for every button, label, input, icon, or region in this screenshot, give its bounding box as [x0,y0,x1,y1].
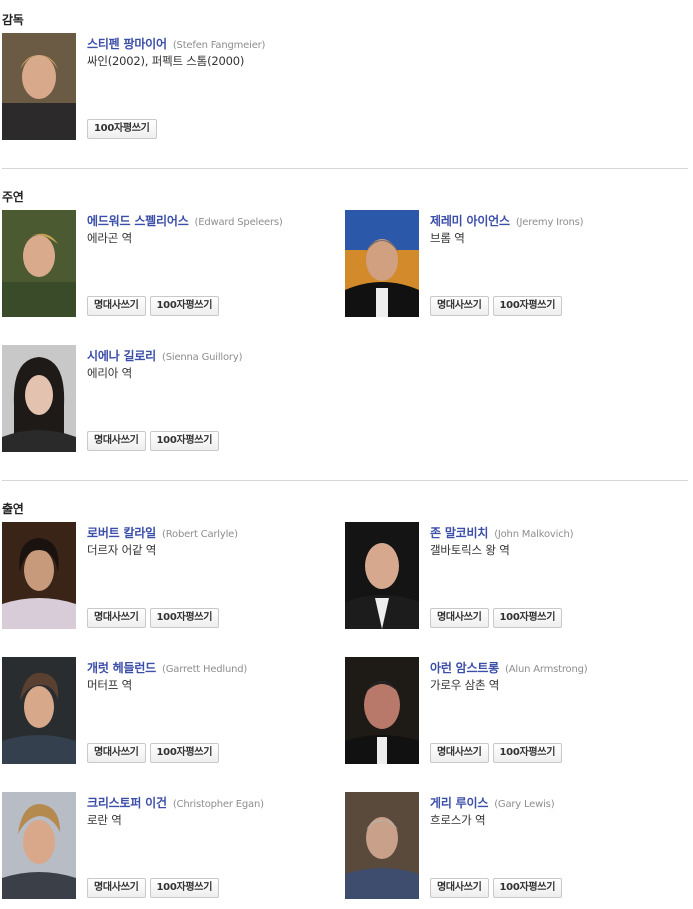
cast-card: 개럿 헤들런드 (Garrett Hedlund) 머터프 역 명대사쓰기 100… [2,657,322,765]
actor-role: 흐로스가 역 [430,813,486,827]
review-button[interactable]: 100자평쓰기 [149,296,220,316]
actor-role: 로란 역 [87,813,122,827]
quote-button[interactable]: 명대사쓰기 [430,743,489,763]
cast-card: 에드워드 스펠리어스 (Edward Speleers) 에라곤 역 명대사쓰기 … [2,210,322,318]
actor-name[interactable]: 에드워드 스펠리어스 [87,214,189,228]
actor-eng-name: (Jeremy Irons) [515,217,584,228]
actor-photo[interactable] [2,210,76,317]
actor-eng-name: (Gary Lewis) [494,799,555,810]
quote-button[interactable]: 명대사쓰기 [430,878,489,898]
review-button[interactable]: 100자평쓰기 [492,878,563,898]
actor-name[interactable]: 개럿 헤들런드 [87,661,156,675]
actor-role: 브롬 역 [430,231,465,245]
review-button[interactable]: 100자평쓰기 [149,608,220,628]
section-title-director: 감독 [2,13,24,27]
actor-eng-name: (Christopher Egan) [172,799,264,810]
quote-button[interactable]: 명대사쓰기 [87,743,146,763]
actor-eng-name: (Robert Carlyle) [162,529,238,540]
director-card: 스티펜 팡마이어 (Stefen Fangmeier) 싸인(2002), 퍼펙트… [2,33,322,141]
actor-photo[interactable] [345,210,419,317]
director-name[interactable]: 스티펜 팡마이어 [87,37,167,51]
actor-eng-name: (Sienna Guillory) [162,352,243,363]
review-button[interactable]: 100자평쓰기 [492,296,563,316]
quote-button[interactable]: 명대사쓰기 [87,431,146,451]
divider [2,168,688,169]
review-button[interactable]: 100자평쓰기 [149,878,220,898]
section-title-support: 출연 [2,502,24,516]
actor-eng-name: (Edward Speleers) [194,217,283,228]
review-button[interactable]: 100자평쓰기 [149,431,220,451]
actor-name[interactable]: 게리 루이스 [430,796,488,810]
actor-photo[interactable] [2,657,76,764]
director-filmography: 싸인(2002), 퍼펙트 스톰(2000) [87,54,245,68]
actor-role: 에라곤 역 [87,231,132,245]
cast-card: 크리스토퍼 이건 (Christopher Egan) 로란 역 명대사쓰기 10… [2,792,322,900]
actor-role: 더르자 어같 역 [87,543,157,557]
actor-name[interactable]: 제레미 아이언스 [430,214,510,228]
actor-role: 에리아 역 [87,366,132,380]
quote-button[interactable]: 명대사쓰기 [430,296,489,316]
divider [2,480,688,481]
actor-name[interactable]: 로버트 칼라일 [87,526,156,540]
review-button[interactable]: 100자평쓰기 [149,743,220,763]
actor-photo[interactable] [2,792,76,899]
cast-card: 제레미 아이언스 (Jeremy Irons) 브롬 역 명대사쓰기 100자평쓰… [345,210,665,318]
actor-photo[interactable] [2,522,76,629]
actor-name[interactable]: 시에나 길로리 [87,349,156,363]
director-photo[interactable] [2,33,76,140]
actor-name[interactable]: 존 말코비치 [430,526,488,540]
actor-photo[interactable] [345,792,419,899]
cast-crew-page: 감독 스티펜 팡마이어 (Stefen Fangmeier) 싸인(2002), … [0,0,693,909]
actor-role: 갤바토릭스 왕 역 [430,543,510,557]
actor-role: 머터프 역 [87,678,132,692]
quote-button[interactable]: 명대사쓰기 [430,608,489,628]
actor-eng-name: (John Malkovich) [494,529,574,540]
review-button[interactable]: 100자평쓰기 [492,743,563,763]
quote-button[interactable]: 명대사쓰기 [87,296,146,316]
actor-photo[interactable] [345,522,419,629]
actor-name[interactable]: 크리스토퍼 이건 [87,796,167,810]
review-button[interactable]: 100자평쓰기 [492,608,563,628]
cast-card: 게리 루이스 (Gary Lewis) 흐로스가 역 명대사쓰기 100자평쓰기 [345,792,665,900]
actor-eng-name: (Alun Armstrong) [505,664,588,675]
actor-name[interactable]: 아런 암스트롱 [430,661,499,675]
actor-photo[interactable] [2,345,76,452]
cast-card: 존 말코비치 (John Malkovich) 갤바토릭스 왕 역 명대사쓰기 1… [345,522,665,630]
quote-button[interactable]: 명대사쓰기 [87,878,146,898]
director-eng-name: (Stefen Fangmeier) [172,40,266,51]
actor-role: 가로우 삼촌 역 [430,678,500,692]
cast-card: 로버트 칼라일 (Robert Carlyle) 더르자 어같 역 명대사쓰기 1… [2,522,322,630]
quote-button[interactable]: 명대사쓰기 [87,608,146,628]
section-title-lead: 주연 [2,190,24,204]
actor-eng-name: (Garrett Hedlund) [162,664,248,675]
actor-photo[interactable] [345,657,419,764]
cast-card: 아런 암스트롱 (Alun Armstrong) 가로우 삼촌 역 명대사쓰기 1… [345,657,665,765]
review-button[interactable]: 100자평쓰기 [87,119,157,139]
cast-card: 시에나 길로리 (Sienna Guillory) 에리아 역 명대사쓰기 100… [2,345,322,453]
